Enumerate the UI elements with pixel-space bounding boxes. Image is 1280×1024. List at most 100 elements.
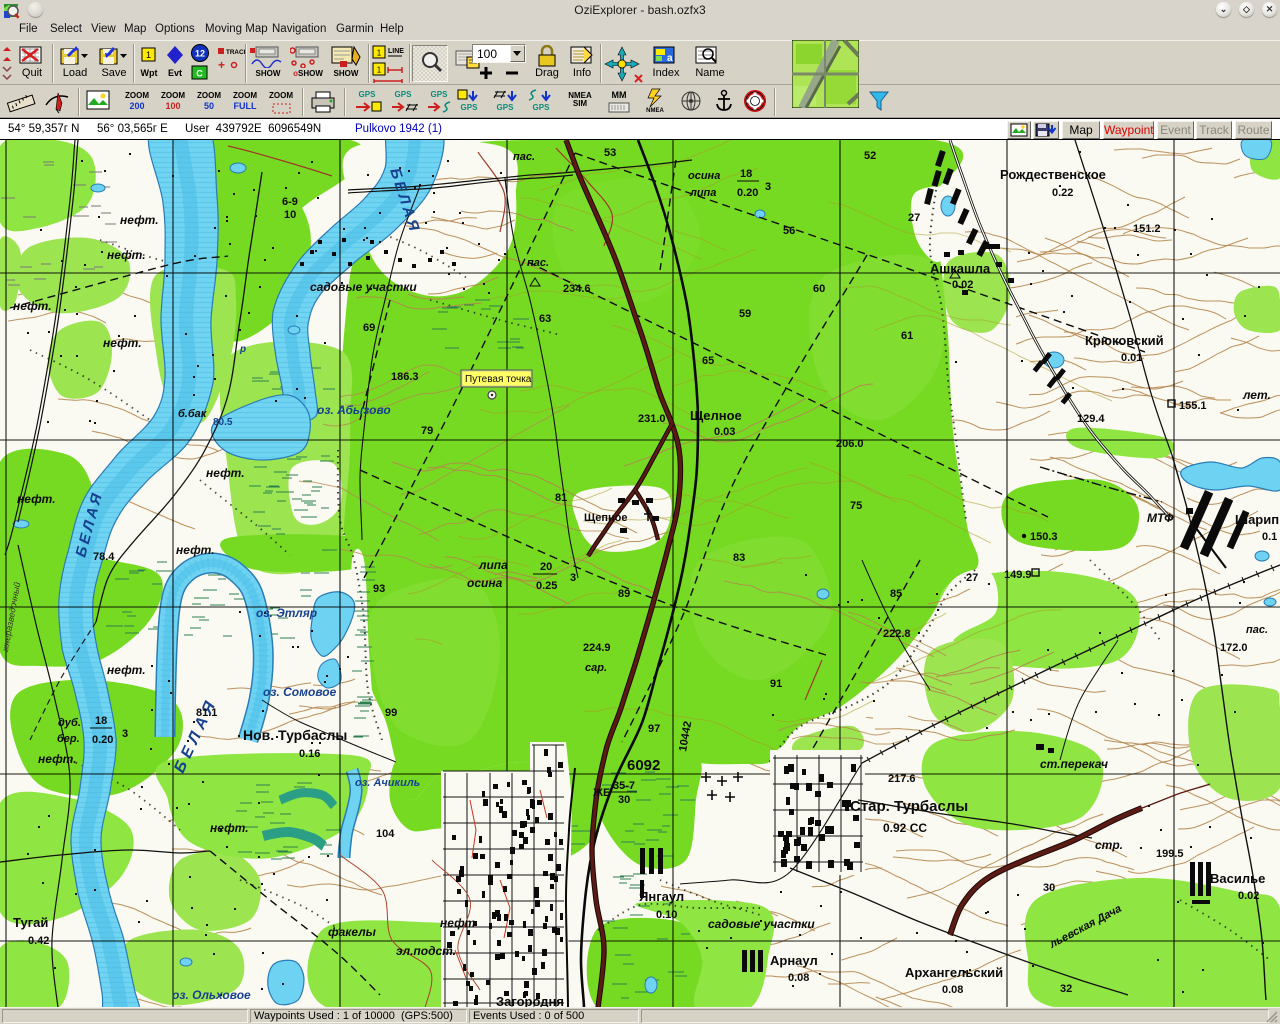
svg-text:59: 59 <box>739 308 751 320</box>
svg-text:75: 75 <box>850 500 862 512</box>
svg-text:53: 53 <box>604 147 616 159</box>
svg-text:Тугай: Тугай <box>13 915 48 930</box>
svg-text:дуб.: дуб. <box>58 717 81 729</box>
svg-text:пас.: пас. <box>527 257 549 269</box>
svg-text:149.9: 149.9 <box>1004 569 1032 581</box>
svg-text:Путевая точка: Путевая точка <box>465 374 532 385</box>
svg-text:32: 32 <box>1060 983 1072 995</box>
svg-text:97: 97 <box>648 723 660 735</box>
svg-text:85: 85 <box>890 588 902 600</box>
svg-text:оз. Этляр: оз. Этляр <box>256 606 317 620</box>
svg-text:172.0: 172.0 <box>1220 642 1248 654</box>
svg-text:сар.: сар. <box>585 662 607 674</box>
svg-text:93: 93 <box>373 583 385 595</box>
svg-text:1: 1 <box>377 66 382 75</box>
svg-text:18: 18 <box>95 715 107 727</box>
svg-text:217.6: 217.6 <box>888 773 916 785</box>
svg-text:садовые участки: садовые участки <box>708 917 815 931</box>
svg-text:Янгаул: Янгаул <box>639 889 684 904</box>
svg-text:151.2: 151.2 <box>1133 223 1161 235</box>
svg-text:факелы: факелы <box>328 925 377 939</box>
svg-text:липа: липа <box>478 558 508 572</box>
svg-text:206.0: 206.0 <box>836 438 864 450</box>
svg-text:78.4: 78.4 <box>93 551 115 563</box>
svg-text:89: 89 <box>618 588 630 600</box>
svg-text:C: C <box>196 69 203 79</box>
svg-text:оз. Ольховое: оз. Ольховое <box>172 988 251 1002</box>
svg-text:нефт.: нефт. <box>103 336 142 350</box>
svg-text:0.20: 0.20 <box>92 734 113 746</box>
svg-text:3: 3 <box>122 728 128 740</box>
svg-text:79: 79 <box>421 425 433 437</box>
svg-text:пас.: пас. <box>1246 624 1268 636</box>
svg-text:нефт.: нефт. <box>206 466 245 480</box>
svg-text:Щепное: Щепное <box>584 512 627 524</box>
svg-text:0.08: 0.08 <box>942 984 963 996</box>
svg-text:нефт.: нефт. <box>120 213 159 227</box>
svg-text:Василье: Василье <box>1210 871 1265 886</box>
svg-text:0.1: 0.1 <box>1262 531 1277 543</box>
svg-text:садовые участки: садовые участки <box>310 280 417 294</box>
svg-text:0.25: 0.25 <box>536 580 557 592</box>
svg-text:нефт.: нефт. <box>107 663 146 677</box>
svg-text:35-7: 35-7 <box>613 780 635 792</box>
svg-text:бер.: бер. <box>57 733 80 745</box>
svg-text:0.08: 0.08 <box>788 972 809 984</box>
svg-text:осина: осина <box>467 576 503 590</box>
svg-text:0.03: 0.03 <box>714 426 735 438</box>
svg-text:1: 1 <box>377 49 382 58</box>
svg-text:91: 91 <box>770 678 782 690</box>
svg-text:60: 60 <box>813 283 825 295</box>
svg-text:30: 30 <box>1043 882 1055 894</box>
svg-text:155.1: 155.1 <box>1179 400 1207 412</box>
svg-text:+: + <box>218 58 225 72</box>
svg-text:129.4: 129.4 <box>1077 413 1105 425</box>
svg-text:186.3: 186.3 <box>391 371 419 383</box>
svg-text:61: 61 <box>901 330 913 342</box>
svg-text:лет.: лет. <box>1242 388 1271 402</box>
svg-text:80.5: 80.5 <box>213 417 233 428</box>
svg-text:осина: осина <box>688 170 720 182</box>
svg-text:нефт.: нефт. <box>17 492 56 506</box>
svg-text:р: р <box>239 344 246 355</box>
svg-text:0.22: 0.22 <box>1052 187 1073 199</box>
svg-text:оз. Абызово: оз. Абызово <box>317 403 391 417</box>
svg-text:0.92 СС: 0.92 СС <box>883 821 927 835</box>
svg-text:81.1: 81.1 <box>196 707 217 719</box>
svg-text:Ашкашла: Ашкашла <box>930 261 991 276</box>
svg-text:ЖБ: ЖБ <box>592 787 611 799</box>
svg-text:эл.подст.: эл.подст. <box>396 944 456 958</box>
svg-text:20: 20 <box>540 561 552 573</box>
svg-text:65: 65 <box>702 355 714 367</box>
svg-text:6-9: 6-9 <box>282 196 298 208</box>
svg-text:пас.: пас. <box>513 151 535 163</box>
svg-text:18: 18 <box>740 168 752 180</box>
svg-text:a: a <box>667 53 673 64</box>
svg-text:69: 69 <box>363 322 375 334</box>
svg-text:ст.перекач: ст.перекач <box>1040 757 1108 771</box>
svg-text:МТФ: МТФ <box>1147 511 1174 525</box>
svg-text:0.42: 0.42 <box>28 935 49 947</box>
svg-text:Крюковский: Крюковский <box>1085 333 1164 348</box>
svg-text:Стар. Турбаслы: Стар. Турбаслы <box>850 798 968 815</box>
svg-text:0.02: 0.02 <box>952 279 973 291</box>
svg-text:Нов. Турбаслы: Нов. Турбаслы <box>243 727 347 743</box>
svg-text:Шарип: Шарип <box>1235 512 1279 527</box>
svg-text:Рождественское: Рождественское <box>1000 167 1106 182</box>
svg-text:81: 81 <box>555 492 567 504</box>
svg-text:0.20: 0.20 <box>737 187 758 199</box>
svg-text:нефт.: нефт. <box>13 299 52 313</box>
svg-text:99: 99 <box>385 707 397 719</box>
svg-text:150.3: 150.3 <box>1030 531 1058 543</box>
svg-text:нефт.: нефт. <box>107 248 146 262</box>
svg-text:6092: 6092 <box>627 757 660 774</box>
svg-text:Архангельский: Архангельский <box>905 965 1003 980</box>
svg-text:56: 56 <box>783 225 795 237</box>
svg-text:липа: липа <box>689 187 716 199</box>
svg-text:10: 10 <box>284 209 296 221</box>
svg-text:52: 52 <box>864 150 876 162</box>
svg-text:нефт.: нефт. <box>176 543 215 557</box>
svg-text:0.10: 0.10 <box>656 909 677 921</box>
svg-text:231.0: 231.0 <box>638 413 666 425</box>
svg-text:27: 27 <box>966 572 978 584</box>
